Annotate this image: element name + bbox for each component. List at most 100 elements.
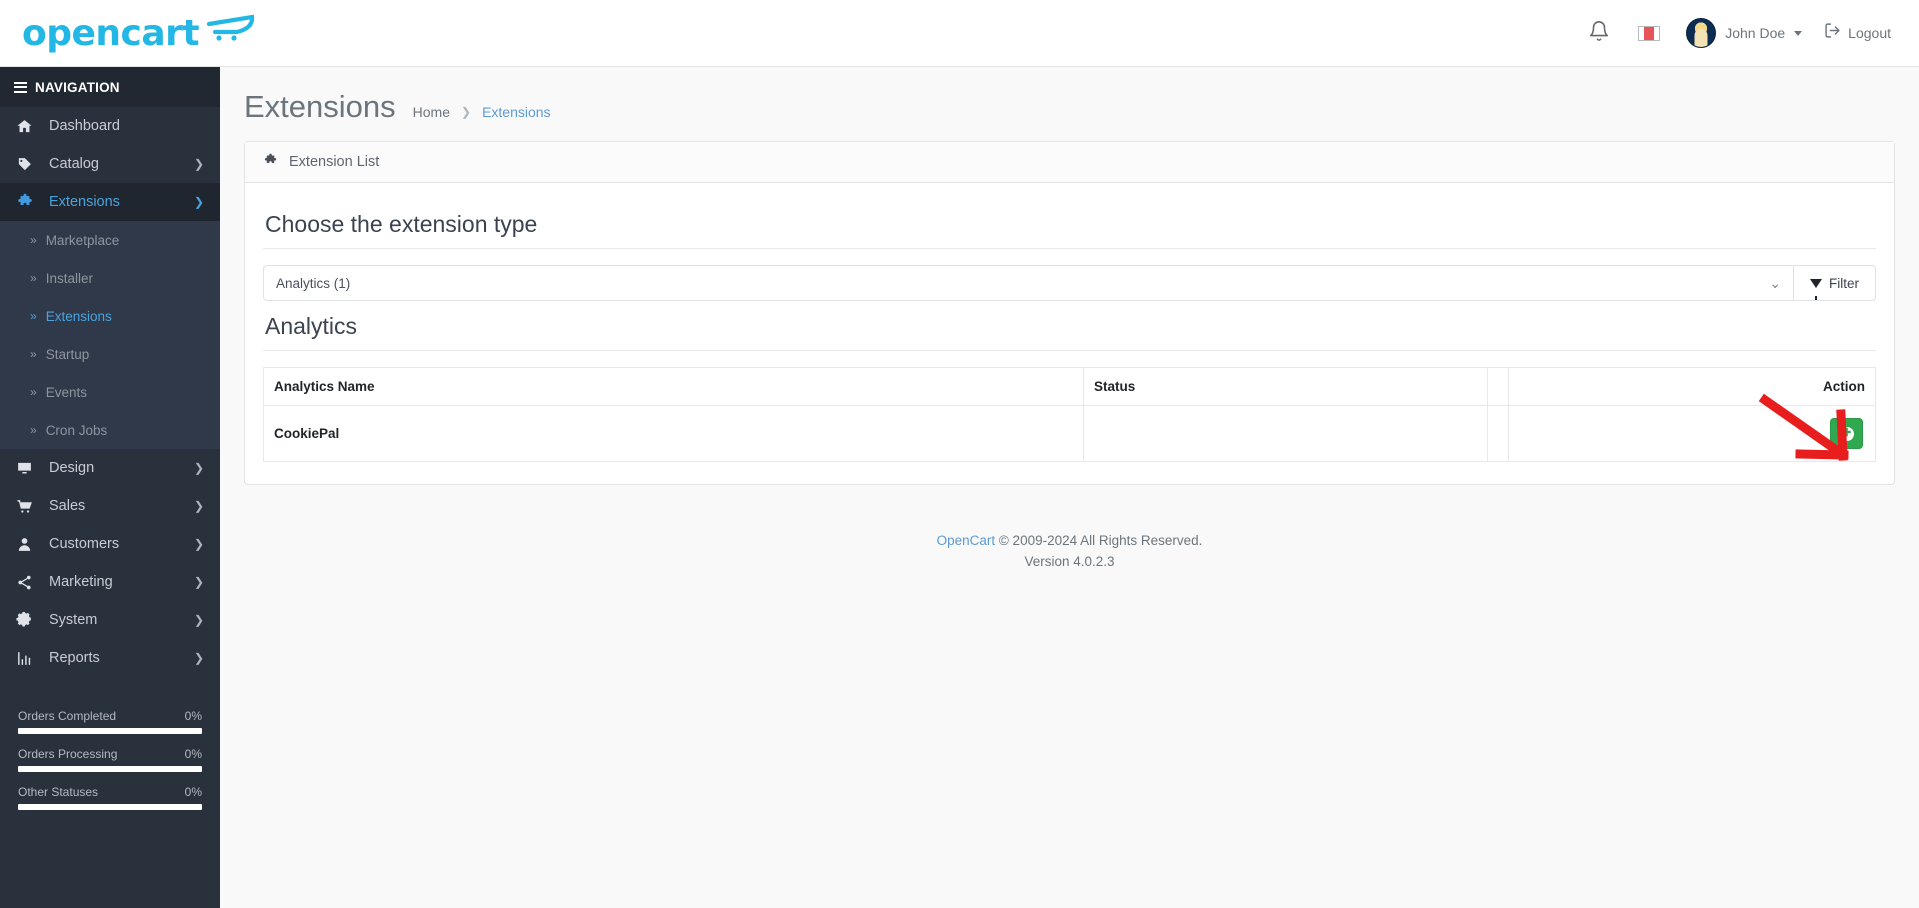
breadcrumb-home[interactable]: Home	[413, 104, 450, 120]
double-chevron-icon: »	[30, 309, 37, 323]
double-chevron-icon: »	[30, 385, 37, 399]
table-header-row: Analytics Name Status Action	[263, 367, 1876, 406]
logout-label: Logout	[1848, 25, 1891, 41]
opencart-logo[interactable]: opencart	[22, 0, 257, 66]
sidebar-item-system[interactable]: System ❯	[0, 601, 220, 639]
extensions-submenu: » Marketplace » Installer » Extensions »…	[0, 221, 220, 449]
analytics-table: Analytics Name Status Action CookiePal ✚	[263, 367, 1876, 462]
main-content: Extensions Home ❯ Extensions Extension L…	[220, 67, 1919, 908]
stat-value: 0%	[184, 747, 202, 761]
monitor-icon	[16, 460, 40, 477]
sidebar-item-label: Extensions	[49, 194, 120, 210]
sidebar-item-label: Sales	[49, 498, 86, 514]
table-row: CookiePal ✚	[263, 405, 1876, 462]
sidebar-item-dashboard[interactable]: Dashboard	[0, 107, 220, 145]
sidebar-item-customers[interactable]: Customers ❯	[0, 525, 220, 563]
avatar	[1686, 18, 1717, 48]
stat-label: Other Statuses	[18, 785, 99, 799]
column-header-status: Status	[1083, 367, 1488, 406]
stat-orders-completed: Orders Completed 0%	[18, 709, 202, 734]
sidebar-subitem-installer[interactable]: » Installer	[0, 259, 220, 297]
sidebar-item-catalog[interactable]: Catalog ❯	[0, 145, 220, 183]
sidebar-stats-panel: Orders Completed 0% Orders Processing 0%…	[18, 699, 202, 831]
sidebar-subitem-events[interactable]: » Events	[0, 373, 220, 411]
double-chevron-icon: »	[30, 347, 37, 361]
sidebar-item-label: Marketing	[49, 574, 113, 590]
extension-type-select[interactable]: Analytics (1) ⌄	[263, 265, 1793, 301]
puzzle-icon	[16, 193, 40, 211]
sidebar-item-label: Design	[49, 460, 95, 476]
install-plus-icon: ✚	[1839, 426, 1854, 441]
card-header-title: Extension List	[289, 154, 380, 170]
user-name-label: John Doe	[1725, 25, 1786, 41]
chevron-right-icon: ❯	[193, 575, 204, 589]
sidebar-item-label: Catalog	[49, 156, 99, 172]
breadcrumb: Home ❯ Extensions	[413, 104, 551, 120]
sidebar-subitem-cron-jobs[interactable]: » Cron Jobs	[0, 411, 220, 449]
language-button[interactable]	[1624, 0, 1674, 67]
cart-icon	[16, 498, 40, 515]
sidebar-subitem-startup[interactable]: » Startup	[0, 335, 220, 373]
stat-value: 0%	[184, 709, 202, 723]
sidebar-subitem-label: Installer	[45, 270, 93, 286]
filter-button-label: Filter	[1829, 275, 1859, 291]
stat-orders-processing: Orders Processing 0%	[18, 747, 202, 772]
page-header: Extensions Home ❯ Extensions	[220, 67, 1919, 141]
sidebar-subitem-label: Extensions	[45, 308, 112, 324]
logout-button[interactable]: Logout	[1814, 22, 1901, 44]
cell-action: ✚	[1508, 405, 1876, 462]
stat-progress-bar	[18, 766, 202, 772]
flag-icon	[1638, 25, 1661, 41]
divider	[263, 350, 1876, 351]
stat-progress-bar	[18, 804, 202, 810]
navigation-header[interactable]: NAVIGATION	[0, 67, 220, 107]
notifications-button[interactable]	[1574, 0, 1624, 67]
navigation-header-label: NAVIGATION	[35, 79, 120, 95]
stat-label: Orders Completed	[18, 709, 117, 723]
sidebar-item-label: Reports	[49, 650, 100, 666]
breadcrumb-extensions[interactable]: Extensions	[482, 104, 550, 120]
user-icon	[16, 536, 40, 553]
chevron-right-icon: ❯	[193, 157, 204, 171]
column-header-action: Action	[1508, 367, 1876, 406]
sidebar-subitem-marketplace[interactable]: » Marketplace	[0, 221, 220, 259]
opencart-link[interactable]: OpenCart	[937, 533, 996, 548]
table-head: Analytics Name Status Action	[263, 367, 1876, 406]
sidebar-subitem-label: Startup	[45, 346, 90, 362]
chevron-down-icon	[1794, 30, 1803, 36]
chevron-down-icon: ❯	[193, 195, 204, 209]
chevron-right-icon: ❯	[193, 461, 204, 475]
chevron-down-icon: ⌄	[1769, 274, 1781, 291]
top-header: opencart John Doe Logout	[0, 0, 1919, 67]
chevron-right-icon: ❯	[193, 613, 204, 627]
header-actions: John Doe Logout	[1574, 0, 1919, 66]
chevron-right-icon: ❯	[461, 105, 472, 119]
table-body: CookiePal ✚	[263, 405, 1876, 462]
gear-icon	[16, 611, 40, 629]
filter-button[interactable]: Filter	[1793, 265, 1876, 301]
sidebar-item-reports[interactable]: Reports ❯	[0, 639, 220, 677]
extension-list-card: Extension List Choose the extension type…	[244, 141, 1895, 485]
stat-other-statuses: Other Statuses 0%	[18, 785, 202, 810]
double-chevron-icon: »	[30, 233, 37, 247]
sidebar-item-extensions[interactable]: Extensions ❯	[0, 183, 220, 221]
sidebar-item-label: System	[49, 612, 98, 628]
footer: OpenCart © 2009-2024 All Rights Reserved…	[220, 531, 1919, 573]
home-icon	[16, 118, 40, 135]
user-menu[interactable]: John Doe	[1674, 18, 1814, 48]
sidebar-item-design[interactable]: Design ❯	[0, 449, 220, 487]
stat-label: Orders Processing	[18, 747, 118, 761]
cell-blank	[1487, 405, 1509, 462]
filter-row: Analytics (1) ⌄ Filter	[263, 265, 1876, 301]
sidebar: NAVIGATION Dashboard Catalog ❯ Extension…	[0, 67, 220, 908]
column-header-analytics-name: Analytics Name	[263, 367, 1084, 406]
cart-logo-icon	[203, 14, 257, 47]
install-button[interactable]: ✚	[1830, 418, 1863, 449]
sidebar-item-sales[interactable]: Sales ❯	[0, 487, 220, 525]
share-icon	[16, 574, 40, 591]
sidebar-subitem-extensions[interactable]: » Extensions	[0, 297, 220, 335]
puzzle-icon	[263, 153, 278, 172]
sidebar-item-marketing[interactable]: Marketing ❯	[0, 563, 220, 601]
footer-copyright: © 2009-2024 All Rights Reserved.	[998, 533, 1203, 548]
card-header: Extension List	[245, 142, 1894, 183]
